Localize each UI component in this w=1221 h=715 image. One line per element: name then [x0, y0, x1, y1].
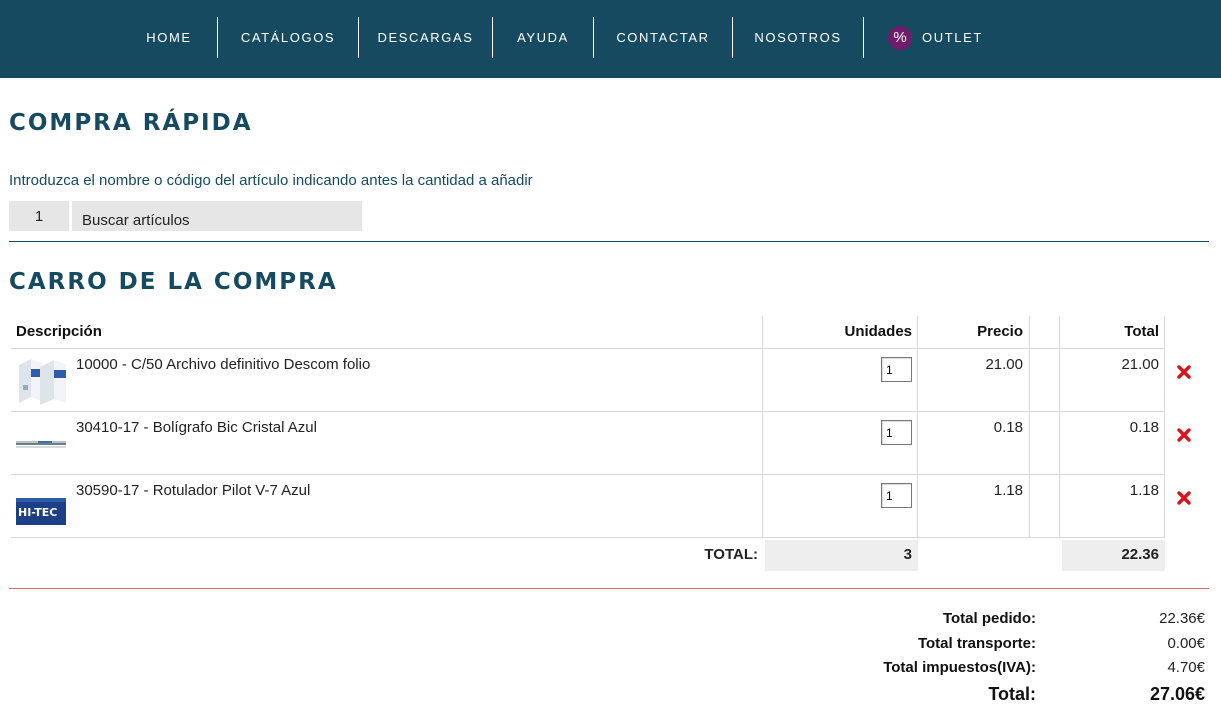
item-total: 21.00 [1121, 356, 1159, 373]
column-header-units: Unidades [844, 323, 912, 340]
column-header-description: Descripción [16, 323, 102, 340]
section-divider [9, 241, 1209, 242]
quick-quantity-input[interactable] [9, 201, 69, 231]
quick-purchase-instructions: Introduzca el nombre o código del artícu… [9, 172, 533, 189]
table-grid-line [11, 348, 1165, 349]
table-grid-line [1029, 316, 1030, 538]
item-description: 30590-17 - Rotulador Pilot V-7 Azul [76, 482, 311, 499]
article-search-input[interactable] [72, 201, 362, 231]
nav-item-contactar[interactable]: CONTACTAR [594, 0, 732, 78]
item-total: 0.18 [1129, 419, 1159, 436]
percent-icon: % [888, 25, 912, 50]
item-units-input[interactable] [881, 357, 912, 382]
table-grid-line [11, 474, 1165, 475]
table-grid-line [11, 411, 1165, 412]
grand-total-value: 27.06€ [1149, 684, 1205, 704]
nav-item-ayuda[interactable]: AYUDA [493, 0, 593, 78]
tax-total-label: Total impuestos(IVA): [883, 659, 1036, 676]
shipping-total-label: Total transporte: [917, 635, 1036, 652]
quick-purchase-title: COMPRA RÁPIDA [9, 110, 253, 136]
svg-text:HI-TEC: HI-TEC [18, 506, 57, 519]
cart-total-label: TOTAL: [704, 546, 758, 563]
item-units-input[interactable] [881, 483, 912, 508]
grand-total-label: Total: [988, 684, 1036, 704]
item-description: 10000 - C/50 Archivo definitivo Descom f… [76, 356, 371, 373]
order-total-label: Total pedido: [942, 610, 1036, 627]
shipping-total-value: 0.00€ [1167, 635, 1205, 652]
item-price: 1.18 [993, 482, 1023, 499]
cart-total-units: 3 [765, 540, 918, 571]
close-x-icon[interactable] [1176, 427, 1192, 443]
summary-divider [9, 588, 1209, 589]
table-grid-line [762, 316, 763, 538]
pen-image [16, 418, 66, 468]
nav-item-outlet-label: OUTLET [922, 30, 983, 45]
cart-title: CARRO DE LA COMPRA [9, 269, 338, 295]
nav-item-catalogos[interactable]: CATÁLOGOS [218, 0, 358, 78]
order-total-value: 22.36€ [1159, 610, 1205, 627]
close-x-icon[interactable] [1176, 490, 1192, 506]
item-price: 21.00 [985, 356, 1023, 373]
archive-box-image [16, 355, 66, 405]
nav-item-outlet[interactable]: % OUTLET [888, 0, 998, 78]
item-total: 1.18 [1129, 482, 1159, 499]
item-price: 0.18 [993, 419, 1023, 436]
item-description: 30410-17 - Bolígrafo Bic Cristal Azul [76, 419, 317, 436]
marker-image: HI-TEC [16, 481, 66, 531]
cart-total-amount: 22.36 [1062, 540, 1165, 571]
nav-item-descargas[interactable]: DESCARGAS [359, 0, 492, 78]
table-grid-line [11, 537, 1165, 538]
column-header-total: Total [1124, 323, 1159, 340]
table-grid-line [1164, 316, 1165, 538]
close-x-icon[interactable] [1176, 364, 1192, 380]
top-nav-bar: HOME CATÁLOGOS DESCARGAS AYUDA CONTACTAR… [0, 0, 1221, 78]
nav-separator [863, 17, 864, 58]
tax-total-value: 4.70€ [1167, 659, 1205, 676]
table-grid-line [1059, 316, 1060, 538]
column-header-price: Precio [977, 323, 1023, 340]
nav-item-home[interactable]: HOME [120, 0, 218, 78]
nav-item-nosotros[interactable]: NOSOTROS [733, 0, 863, 78]
item-units-input[interactable] [881, 420, 912, 445]
